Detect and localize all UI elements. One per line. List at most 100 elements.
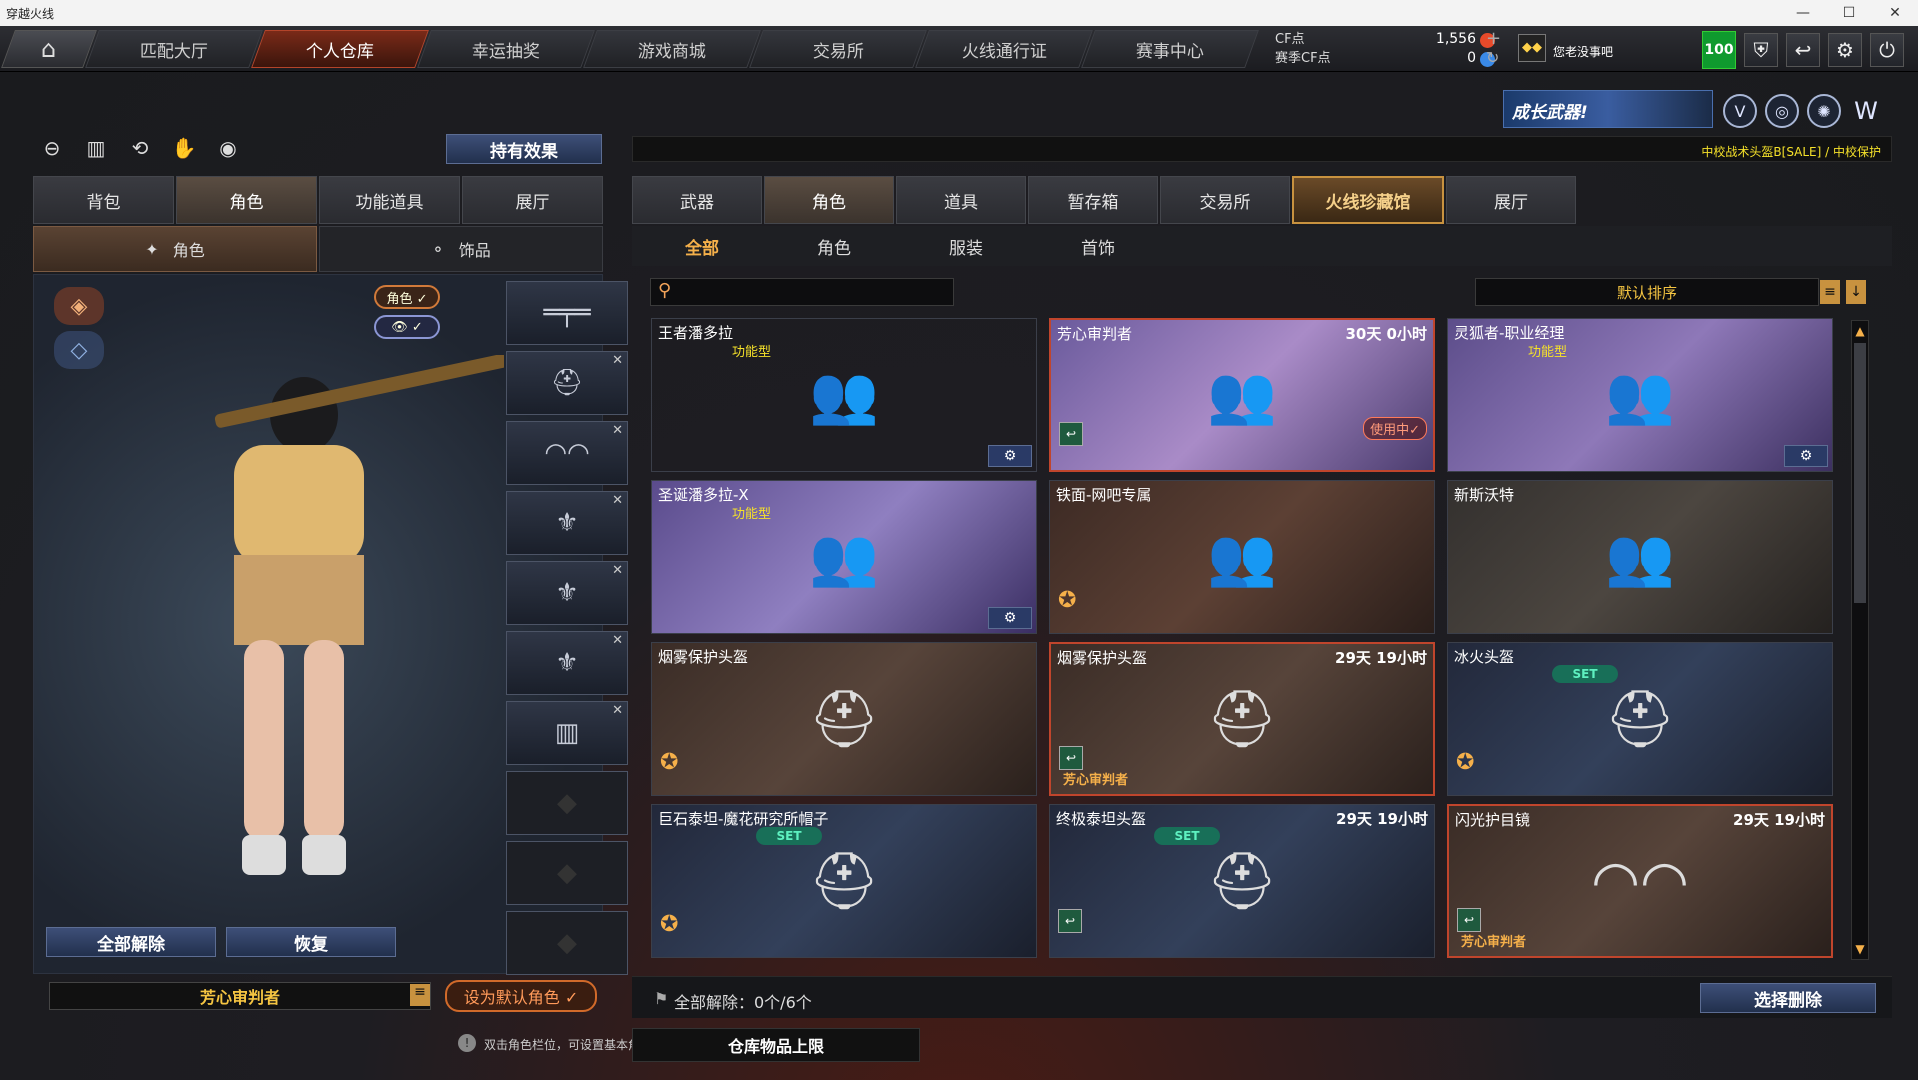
left-tab[interactable]: 功能道具 <box>319 176 460 224</box>
sort-list-icon[interactable]: ≡ <box>1820 280 1840 304</box>
menu-icon[interactable]: ≡ <box>410 984 430 1006</box>
mouse-icon[interactable]: ◉ <box>212 132 244 164</box>
nav-tab[interactable]: 幸运抽奖 <box>417 30 595 68</box>
nav-tab[interactable]: 赛事中心 <box>1081 30 1259 68</box>
right-subtab[interactable]: 全部 <box>636 226 768 266</box>
leg-armor-slot[interactable]: ✕ ⚜ <box>506 561 628 625</box>
badge-v-icon[interactable]: V <box>1723 94 1757 128</box>
restore-button[interactable]: 恢复 <box>226 927 396 957</box>
nav-tab[interactable]: 个人仓库 <box>251 30 429 68</box>
item-card[interactable]: ⛑ 巨石泰坦-魔花研究所帽子 SET ✪ <box>651 804 1037 958</box>
item-settings-button[interactable]: ⚙ <box>988 445 1032 467</box>
item-card[interactable]: 👥 芳心审判者 30天 0小时 使用中✓ ↩ <box>1049 318 1435 472</box>
badge-w-icon[interactable]: W <box>1849 94 1883 128</box>
visibility-toggle-pill[interactable]: 👁 ✓ <box>374 315 440 339</box>
item-card[interactable]: 👥 王者潘多拉 功能型 ⚙ <box>651 318 1037 472</box>
set-badge: SET <box>756 827 822 845</box>
remove-icon[interactable]: ✕ <box>612 703 623 718</box>
role-toggle-pill[interactable]: 角色 ✓ <box>374 285 440 309</box>
right-subtab[interactable]: 角色 <box>768 226 900 266</box>
item-card[interactable]: 👥 灵狐者-职业经理 功能型 ⚙ <box>1447 318 1833 472</box>
item-settings-button[interactable]: ⚙ <box>988 607 1032 629</box>
refresh-icon[interactable]: ↻ <box>1486 48 1499 67</box>
right-tab[interactable]: 道具 <box>896 176 1026 224</box>
right-tab[interactable]: 角色 <box>764 176 894 224</box>
goggles-slot[interactable]: ✕ ◠◠ <box>506 421 628 485</box>
select-delete-button[interactable]: 选择删除 <box>1700 983 1876 1013</box>
scroll-up-icon[interactable]: ▲ <box>1851 322 1869 340</box>
character-mode-icon[interactable]: ◈ <box>54 287 104 325</box>
item-card[interactable]: 👥 铁面-网吧专属 ✪ <box>1049 480 1435 634</box>
power-icon[interactable]: ⏻ <box>1870 33 1904 67</box>
left-tab[interactable]: 展厅 <box>462 176 603 224</box>
nav-tab[interactable]: 匹配大厅 <box>85 30 263 68</box>
close-button[interactable]: ✕ <box>1872 0 1918 26</box>
left-subtab[interactable]: ✦ 角色 <box>33 226 317 272</box>
arm-armor-slot[interactable]: ✕ ⚜ <box>506 631 628 695</box>
item-name: 烟雾保护头盔 <box>658 648 749 666</box>
sort-direction-icon[interactable]: ↓ <box>1846 280 1866 304</box>
second-mode-icon[interactable]: ◇ <box>54 331 104 369</box>
empty-slot[interactable]: ◆ <box>506 771 628 835</box>
home-button[interactable]: ⌂ <box>1 30 97 68</box>
maximize-button[interactable]: ☐ <box>1826 0 1872 26</box>
item-card[interactable]: ⛑ 烟雾保护头盔 ✪ <box>651 642 1037 796</box>
gear-icon[interactable]: ⚙ <box>1828 33 1862 67</box>
storage-limit-button[interactable]: 仓库物品上限 <box>632 1028 920 1062</box>
right-tab[interactable]: 火线珍藏馆 <box>1292 176 1444 224</box>
growth-weapon-banner[interactable]: 成长武器! <box>1503 90 1713 128</box>
effects-button[interactable]: 持有效果 <box>446 134 602 164</box>
remove-icon[interactable]: ✕ <box>612 563 623 578</box>
item-name: 王者潘多拉 <box>658 324 734 342</box>
remove-icon[interactable]: ✕ <box>612 353 623 368</box>
belt-slot[interactable]: ✕ ▥ <box>506 701 628 765</box>
item-name: 灵狐者-职业经理 <box>1454 324 1565 342</box>
exit-room-icon[interactable]: ↩ <box>1786 33 1820 67</box>
release-count-text: 全部解除：0个/6个 <box>674 993 812 1012</box>
scroll-thumb[interactable] <box>1854 343 1866 603</box>
nav-tab[interactable]: 交易所 <box>749 30 927 68</box>
right-subtab[interactable]: 服装 <box>900 226 1032 266</box>
item-card[interactable]: ◠◠ 闪光护目镜 29天 19小时 芳心审判者 ↩ <box>1447 804 1833 958</box>
right-tab[interactable]: 武器 <box>632 176 762 224</box>
weapon-slot[interactable]: ═╤═ <box>506 281 628 345</box>
right-tab[interactable]: 交易所 <box>1160 176 1290 224</box>
item-card[interactable]: ⛑ 烟雾保护头盔 29天 19小时 芳心审判者 ↩ <box>1049 642 1435 796</box>
empty-slot[interactable]: ◆ <box>506 841 628 905</box>
badge-swirl-icon[interactable]: ✺ <box>1807 94 1841 128</box>
right-subtab[interactable]: 首饰 <box>1032 226 1164 266</box>
sort-dropdown[interactable]: 默认排序 <box>1475 278 1819 306</box>
rotate-icon[interactable]: ⟲ <box>124 132 156 164</box>
grid-scrollbar[interactable] <box>1851 320 1869 960</box>
armor-slot[interactable]: ✕ ⚜ <box>506 491 628 555</box>
empty-slot[interactable]: ◆ <box>506 911 628 975</box>
helmet-slot[interactable]: ✕ ⛑ <box>506 351 628 415</box>
toggle-off-icon[interactable]: ⊖ <box>36 132 68 164</box>
nav-tab[interactable]: 火线通行证 <box>915 30 1093 68</box>
badge-globe-icon[interactable]: ◎ <box>1765 94 1799 128</box>
left-tab[interactable]: 角色 <box>176 176 317 224</box>
left-subtab[interactable]: ⚬ 饰品 <box>319 226 603 272</box>
pose-icon[interactable]: ✋ <box>168 132 200 164</box>
remove-icon[interactable]: ✕ <box>612 423 623 438</box>
stats-icon[interactable]: ▥ <box>80 132 112 164</box>
set-default-character-button[interactable]: 设为默认角色 ✓ <box>445 980 597 1012</box>
user-name: 您老没事吧 <box>1553 45 1614 59</box>
item-card[interactable]: ⛑ 终极泰坦头盔 29天 19小时 SET ↩ <box>1049 804 1435 958</box>
nav-tab[interactable]: 游戏商城 <box>583 30 761 68</box>
minimize-button[interactable]: — <box>1780 0 1826 26</box>
search-input[interactable] <box>650 278 954 306</box>
remove-icon[interactable]: ✕ <box>612 633 623 648</box>
release-all-button[interactable]: 全部解除 <box>46 927 216 957</box>
item-card[interactable]: 👥 新斯沃特 <box>1447 480 1833 634</box>
scroll-down-icon[interactable]: ▼ <box>1851 940 1869 958</box>
item-settings-button[interactable]: ⚙ <box>1784 445 1828 467</box>
right-tab[interactable]: 展厅 <box>1446 176 1576 224</box>
add-currency-icon[interactable]: + <box>1486 28 1501 49</box>
item-card[interactable]: 👥 圣诞潘多拉-X 功能型 ⚙ <box>651 480 1037 634</box>
left-tab[interactable]: 背包 <box>33 176 174 224</box>
remove-icon[interactable]: ✕ <box>612 493 623 508</box>
item-card[interactable]: ⛑ 冰火头盔 SET ✪ <box>1447 642 1833 796</box>
right-tab[interactable]: 暂存箱 <box>1028 176 1158 224</box>
shield-icon[interactable]: ⛨ <box>1744 33 1778 67</box>
